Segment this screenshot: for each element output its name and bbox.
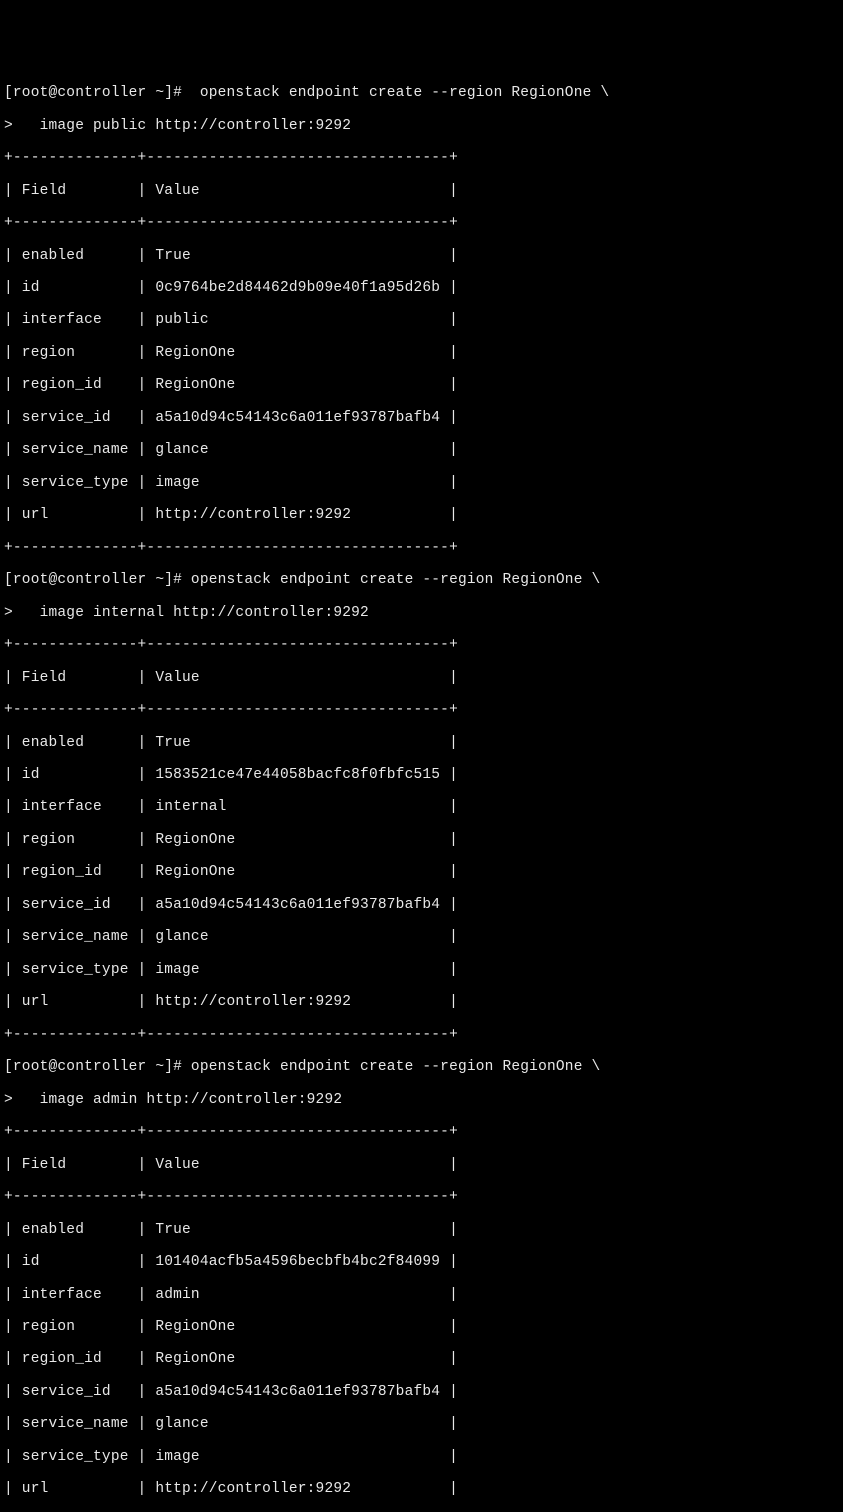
command-line: [root@controller ~]# openstack endpoint … [4, 572, 839, 588]
table-row: | service_id | a5a10d94c54143c6a011ef937… [4, 410, 839, 426]
table-row: | id | 1583521ce47e44058bacfc8f0fbfc515 … [4, 767, 839, 783]
table-header: | Field | Value | [4, 183, 839, 199]
table-row: | service_type | image | [4, 475, 839, 491]
table-row: | region | RegionOne | [4, 345, 839, 361]
table-row: | service_id | a5a10d94c54143c6a011ef937… [4, 897, 839, 913]
command-line: [root@controller ~]# openstack endpoint … [4, 85, 839, 101]
table-border: +--------------+------------------------… [4, 702, 839, 718]
table-row: | interface | public | [4, 312, 839, 328]
table-row: | interface | internal | [4, 799, 839, 815]
command-continuation: > image public http://controller:9292 [4, 118, 839, 134]
table-row: | enabled | True | [4, 1222, 839, 1238]
table-row: | region | RegionOne | [4, 1319, 839, 1335]
command-continuation: > image admin http://controller:9292 [4, 1092, 839, 1108]
table-header: | Field | Value | [4, 1157, 839, 1173]
table-row: | region_id | RegionOne | [4, 377, 839, 393]
table-header: | Field | Value | [4, 670, 839, 686]
table-row: | interface | admin | [4, 1287, 839, 1303]
table-row: | url | http://controller:9292 | [4, 507, 839, 523]
command-continuation: > image internal http://controller:9292 [4, 605, 839, 621]
table-row: | region_id | RegionOne | [4, 864, 839, 880]
table-row: | id | 0c9764be2d84462d9b09e40f1a95d26b … [4, 280, 839, 296]
terminal-output: [root@controller ~]# openstack endpoint … [4, 69, 839, 1512]
table-border: +--------------+------------------------… [4, 637, 839, 653]
table-row: | region | RegionOne | [4, 832, 839, 848]
table-row: | enabled | True | [4, 735, 839, 751]
table-row: | service_type | image | [4, 1449, 839, 1465]
table-border: +--------------+------------------------… [4, 1124, 839, 1140]
table-row: | url | http://controller:9292 | [4, 994, 839, 1010]
table-row: | service_name | glance | [4, 929, 839, 945]
table-row: | region_id | RegionOne | [4, 1351, 839, 1367]
table-row: | service_type | image | [4, 962, 839, 978]
table-row: | service_id | a5a10d94c54143c6a011ef937… [4, 1384, 839, 1400]
table-border: +--------------+------------------------… [4, 150, 839, 166]
table-border: +--------------+------------------------… [4, 1027, 839, 1043]
table-row: | id | 101404acfb5a4596becbfb4bc2f84099 … [4, 1254, 839, 1270]
table-row: | service_name | glance | [4, 442, 839, 458]
table-row: | service_name | glance | [4, 1416, 839, 1432]
table-border: +--------------+------------------------… [4, 215, 839, 231]
table-row: | enabled | True | [4, 248, 839, 264]
table-border: +--------------+------------------------… [4, 540, 839, 556]
table-row: | url | http://controller:9292 | [4, 1481, 839, 1497]
table-border: +--------------+------------------------… [4, 1189, 839, 1205]
command-line: [root@controller ~]# openstack endpoint … [4, 1059, 839, 1075]
